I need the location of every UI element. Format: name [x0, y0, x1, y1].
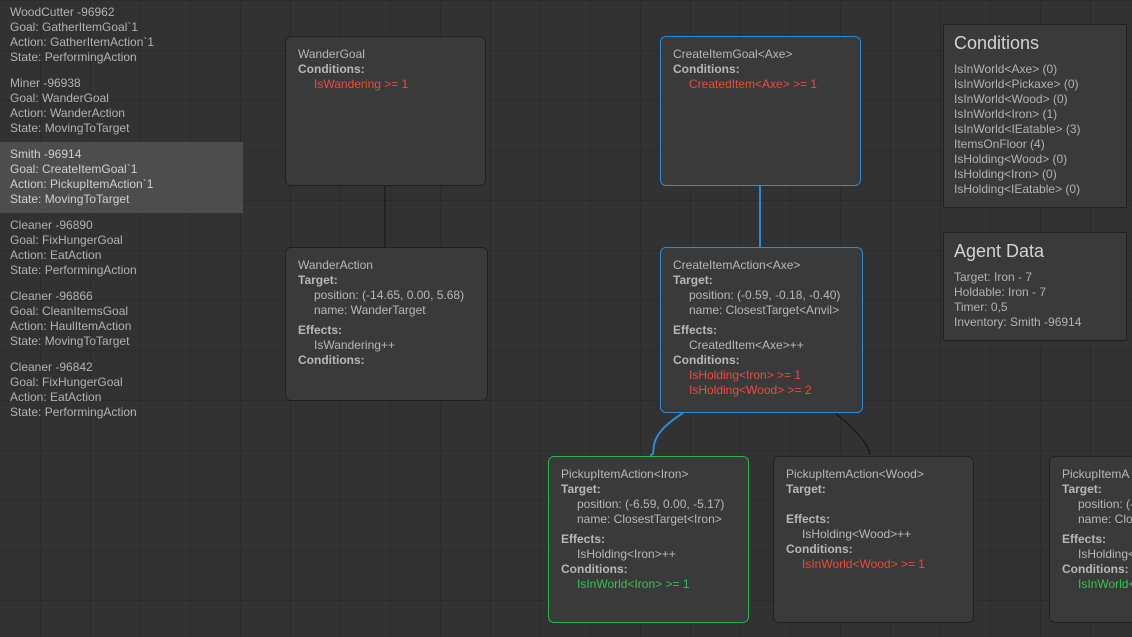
condition-row: IsHolding<Wood> (0): [954, 152, 1116, 167]
agent-data-panel[interactable]: Agent Data Target: Iron - 7 Holdable: Ir…: [943, 232, 1127, 341]
agent-list-item[interactable]: Miner -96938 Goal: WanderGoal Action: Wa…: [0, 71, 243, 142]
node-pickup-iron[interactable]: PickupItemAction<Iron> Target: position:…: [548, 456, 749, 623]
agent-data-row: Holdable: Iron - 7: [954, 285, 1116, 300]
agent-data-row: Timer: 0,5: [954, 300, 1116, 315]
node-target-line: position: (-0.59, -0.18, -0.40): [673, 288, 850, 303]
conditions-panel[interactable]: Conditions IsInWorld<Axe> (0) IsInWorld<…: [943, 24, 1127, 208]
agent-title: Miner -96938: [10, 76, 233, 91]
node-title: PickupItemAction<Iron>: [561, 467, 736, 482]
agent-goal: Goal: GatherItemGoal`1: [10, 20, 233, 35]
agent-data-row: Inventory: Smith -96914: [954, 315, 1116, 330]
node-create-item-action[interactable]: CreateItemAction<Axe> Target: position: …: [660, 247, 863, 413]
node-target-line: name: ClosestTarget<Iron>: [561, 512, 736, 527]
agent-title: Cleaner -96890: [10, 218, 233, 233]
node-title: CreateItemAction<Axe>: [673, 258, 850, 273]
node-section: Conditions:: [673, 62, 848, 77]
node-section: Effects:: [1062, 532, 1132, 547]
node-effect-line: IsHolding<Iron>++: [561, 547, 736, 562]
agent-data-row: Target: Iron - 7: [954, 270, 1116, 285]
node-section: Target:: [298, 273, 475, 288]
agent-goal: Goal: FixHungerGoal: [10, 375, 233, 390]
agent-goal: Goal: CreateItemGoal`1: [10, 162, 233, 177]
node-target-line: name: WanderTarget: [298, 303, 475, 318]
node-section: Effects:: [786, 512, 961, 527]
agent-action: Action: EatAction: [10, 390, 233, 405]
node-effect-line: IsHolding<: [1062, 547, 1132, 562]
agent-title: WoodCutter -96962: [10, 5, 233, 20]
node-section: Target:: [1062, 482, 1132, 497]
node-target-line: name: ClosestTarget<Anvil>: [673, 303, 850, 318]
condition-row: IsHolding<Iron> (0): [954, 167, 1116, 182]
node-condition: IsWandering >= 1: [298, 77, 473, 92]
condition-row: ItemsOnFloor (4): [954, 137, 1116, 152]
node-title: WanderGoal: [298, 47, 473, 62]
agent-goal: Goal: WanderGoal: [10, 91, 233, 106]
agent-list-item[interactable]: Cleaner -96890 Goal: FixHungerGoal Actio…: [0, 213, 243, 284]
agent-action: Action: EatAction: [10, 248, 233, 263]
condition-row: IsInWorld<Axe> (0): [954, 62, 1116, 77]
node-condition: IsHolding<Iron> >= 1: [673, 368, 850, 383]
agent-title: Smith -96914: [10, 147, 233, 162]
node-section: Target:: [673, 273, 850, 288]
agent-list-item[interactable]: Cleaner -96866 Goal: CleanItemsGoal Acti…: [0, 284, 243, 355]
node-target-line: position: (-6.59, 0.00, -5.17): [561, 497, 736, 512]
node-pickup-wood[interactable]: PickupItemAction<Wood> Target: Effects: …: [773, 456, 974, 623]
node-section: Conditions:: [561, 562, 736, 577]
node-section: Conditions:: [1062, 562, 1132, 577]
agent-goal: Goal: CleanItemsGoal: [10, 304, 233, 319]
agent-state: State: PerformingAction: [10, 50, 233, 65]
node-target-line: name: Clos: [1062, 512, 1132, 527]
node-title: CreateItemGoal<Axe>: [673, 47, 848, 62]
agent-state: State: PerformingAction: [10, 263, 233, 278]
agent-action: Action: GatherItemAction`1: [10, 35, 233, 50]
node-pickup-cut[interactable]: PickupItemA Target: position: (- name: C…: [1049, 456, 1132, 623]
node-section: Conditions:: [298, 62, 473, 77]
node-section: Target:: [561, 482, 736, 497]
node-target-line: position: (-: [1062, 497, 1132, 512]
node-section: Effects:: [561, 532, 736, 547]
agent-goal: Goal: FixHungerGoal: [10, 233, 233, 248]
condition-row: IsInWorld<Pickaxe> (0): [954, 77, 1116, 92]
agent-list-item[interactable]: WoodCutter -96962 Goal: GatherItemGoal`1…: [0, 0, 243, 71]
node-section: Effects:: [673, 323, 850, 338]
node-create-item-goal[interactable]: CreateItemGoal<Axe> Conditions: CreatedI…: [660, 36, 861, 186]
condition-row: IsHolding<IEatable> (0): [954, 182, 1116, 197]
node-condition: CreatedItem<Axe> >= 1: [673, 77, 848, 92]
node-effect-line: IsWandering++: [298, 338, 475, 353]
node-condition: IsHolding<Wood> >= 2: [673, 383, 850, 398]
agent-state: State: PerformingAction: [10, 405, 233, 420]
node-section: Target:: [786, 482, 961, 497]
agent-list-item[interactable]: Cleaner -96842 Goal: FixHungerGoal Actio…: [0, 355, 243, 426]
agent-action: Action: HaulItemAction: [10, 319, 233, 334]
node-title: PickupItemA: [1062, 467, 1132, 482]
agent-action: Action: WanderAction: [10, 106, 233, 121]
node-title: PickupItemAction<Wood>: [786, 467, 961, 482]
node-section: Conditions:: [786, 542, 961, 557]
agent-title: Cleaner -96866: [10, 289, 233, 304]
agent-state: State: MovingToTarget: [10, 192, 233, 207]
node-effect-line: CreatedItem<Axe>++: [673, 338, 850, 353]
condition-row: IsInWorld<IEatable> (3): [954, 122, 1116, 137]
node-wander-action[interactable]: WanderAction Target: position: (-14.65, …: [285, 247, 488, 401]
node-target-line: position: (-14.65, 0.00, 5.68): [298, 288, 475, 303]
node-wander-goal[interactable]: WanderGoal Conditions: IsWandering >= 1: [285, 36, 486, 186]
agent-action: Action: PickupItemAction`1: [10, 177, 233, 192]
node-condition: IsInWorld<Wood> >= 1: [786, 557, 961, 572]
condition-row: IsInWorld<Iron> (1): [954, 107, 1116, 122]
node-condition: IsInWorld<Iron> >= 1: [561, 577, 736, 592]
node-section: Conditions:: [673, 353, 850, 368]
agent-list: WoodCutter -96962 Goal: GatherItemGoal`1…: [0, 0, 243, 426]
node-section: Effects:: [298, 323, 475, 338]
condition-row: IsInWorld<Wood> (0): [954, 92, 1116, 107]
agent-list-item[interactable]: Smith -96914 Goal: CreateItemGoal`1 Acti…: [0, 142, 243, 213]
node-title: WanderAction: [298, 258, 475, 273]
panel-title: Agent Data: [954, 241, 1116, 262]
agent-state: State: MovingToTarget: [10, 121, 233, 136]
panel-title: Conditions: [954, 33, 1116, 54]
agent-title: Cleaner -96842: [10, 360, 233, 375]
agent-state: State: MovingToTarget: [10, 334, 233, 349]
node-condition: IsInWorld<: [1062, 577, 1132, 592]
node-effect-line: IsHolding<Wood>++: [786, 527, 961, 542]
node-section: Conditions:: [298, 353, 475, 368]
